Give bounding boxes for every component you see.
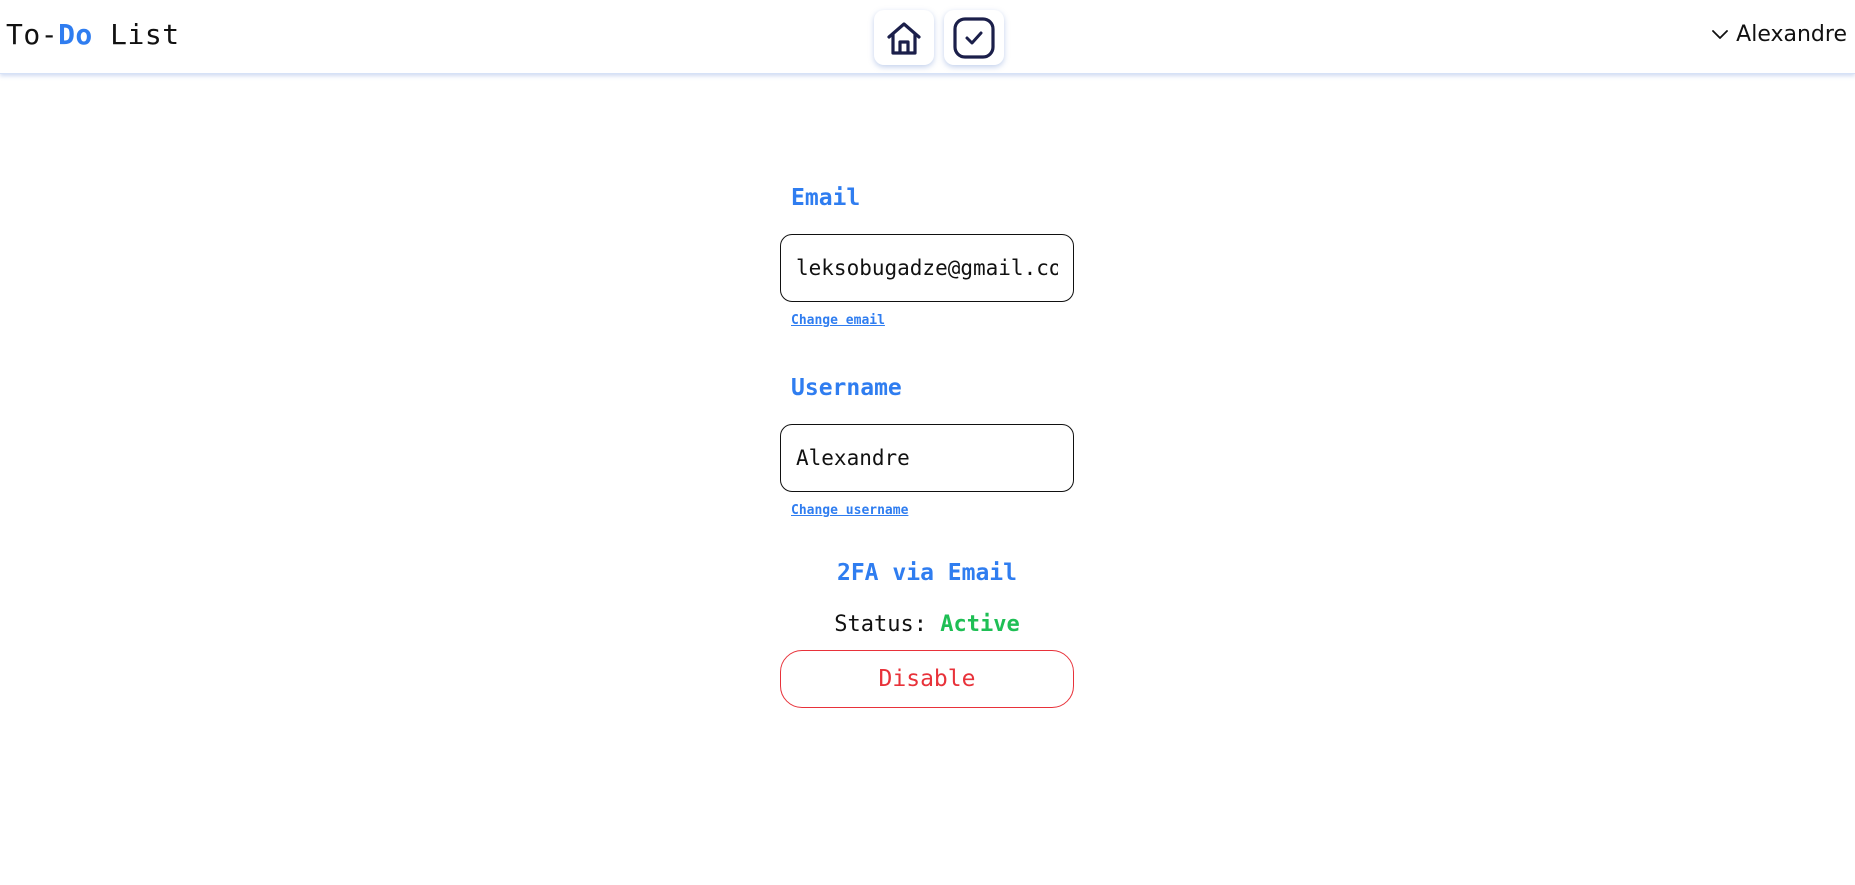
logo-prefix: To-: [6, 18, 59, 51]
tasks-button[interactable]: [944, 10, 1004, 65]
main-nav: [874, 10, 1004, 65]
top-header: To-Do List Alexandre: [0, 0, 1855, 74]
change-username-link[interactable]: Change username: [791, 502, 908, 520]
user-menu[interactable]: Alexandre: [1712, 22, 1847, 47]
change-email-link[interactable]: Change email: [791, 312, 885, 330]
disable-2fa-button[interactable]: Disable: [780, 650, 1074, 708]
user-name: Alexandre: [1736, 22, 1847, 47]
home-icon: [887, 21, 921, 55]
email-label: Email: [791, 185, 861, 211]
account-settings-form: Email Change email Username Change usern…: [780, 180, 1074, 708]
status-label: Status:: [834, 612, 941, 637]
username-label: Username: [791, 375, 902, 401]
logo-accent: Do: [58, 18, 93, 51]
email-field[interactable]: [780, 234, 1074, 302]
checkbox-icon: [953, 16, 995, 59]
twofa-title: 2FA via Email: [836, 560, 1017, 586]
status-badge: Active: [940, 612, 1020, 637]
twofa-status: Status: Active: [780, 610, 1074, 640]
username-field[interactable]: [780, 424, 1074, 492]
chevron-down-icon: [1712, 29, 1729, 39]
logo-suffix: List: [92, 18, 180, 51]
home-button[interactable]: [874, 10, 934, 65]
app-logo[interactable]: To-Do List: [6, 17, 180, 53]
